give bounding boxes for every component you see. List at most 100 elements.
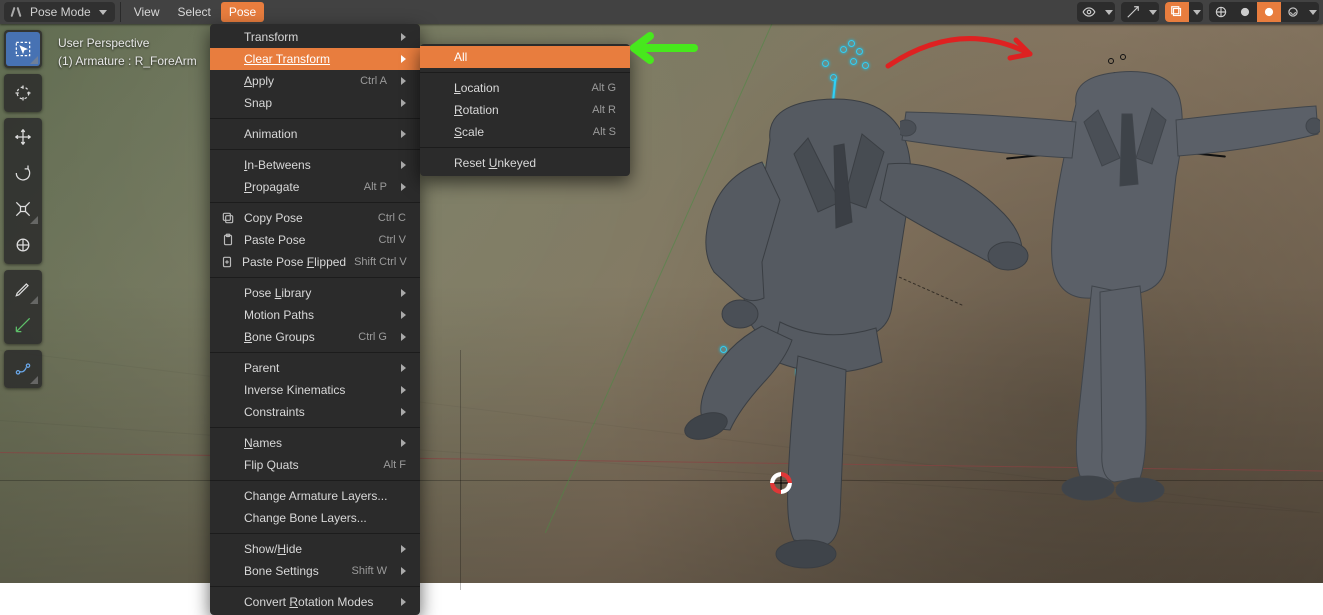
pose-menu-dropdown: Transform Clear Transform Apply Ctrl A S… (210, 24, 420, 615)
viewport-3d[interactable] (0, 0, 1323, 583)
show-overlays-button[interactable] (1121, 2, 1145, 22)
menu-item-label: Change Armature Layers... (244, 489, 406, 503)
header-right-tools (1077, 2, 1319, 22)
shading-rendered-button[interactable] (1281, 2, 1305, 22)
menu-item-snap[interactable]: Snap (210, 92, 420, 114)
tool-measure[interactable] (6, 308, 40, 342)
submenu-arrow-icon (401, 289, 406, 297)
menu-item-names[interactable]: Names (210, 432, 420, 454)
menu-item-label: Animation (244, 127, 387, 141)
chevron-down-icon (99, 10, 107, 15)
menu-item-paste-pose[interactable]: Paste Pose Ctrl V (210, 229, 420, 251)
show-gizmo-button[interactable] (1077, 2, 1101, 22)
menu-item-label: Scale (454, 125, 585, 139)
menu-item-convert-rotation-modes[interactable]: Convert Rotation Modes (210, 591, 420, 613)
tool-select-box[interactable] (6, 32, 40, 66)
menu-item-copy-pose[interactable]: Copy Pose Ctrl C (210, 207, 420, 229)
menu-separator (420, 147, 630, 148)
menu-item-label: Names (244, 436, 387, 450)
submenu-item-reset-unkeyed[interactable]: Reset Unkeyed (420, 152, 630, 174)
chevron-down-icon[interactable] (1145, 2, 1159, 22)
menu-item-label: Motion Paths (244, 308, 387, 322)
menu-item-change-bone-layers[interactable]: Change Bone Layers... (210, 507, 420, 529)
menu-item-in-betweens[interactable]: In-Betweens (210, 154, 420, 176)
info-line-1: User Perspective (58, 34, 197, 52)
menu-item-change-armature-layers[interactable]: Change Armature Layers... (210, 485, 420, 507)
menu-item-propagate[interactable]: Propagate Alt P (210, 176, 420, 198)
submenu-arrow-icon (401, 567, 406, 575)
menu-item-shortcut: Alt G (592, 82, 616, 94)
submenu-arrow-icon (401, 408, 406, 416)
menu-view[interactable]: View (126, 2, 168, 22)
menu-item-shortcut: Alt P (364, 181, 387, 193)
tool-annotate[interactable] (6, 272, 40, 306)
menu-item-shortcut: Alt S (593, 126, 616, 138)
menu-item-label: Bone Groups (244, 330, 350, 344)
menu-item-paste-pose-flipped[interactable]: Paste Pose Flipped Shift Ctrl V (210, 251, 420, 273)
submenu-item-rotation[interactable]: Rotation Alt R (420, 99, 630, 121)
tool-scale[interactable] (6, 192, 40, 226)
menu-item-shortcut: Alt R (592, 104, 616, 116)
menu-item-shortcut: Shift Ctrl V (354, 256, 407, 268)
menu-item-constraints[interactable]: Constraints (210, 401, 420, 423)
header-bar: Pose Mode View Select Pose (0, 0, 1323, 24)
menu-item-label: In-Betweens (244, 158, 387, 172)
menu-separator (420, 72, 630, 73)
menu-item-motion-paths[interactable]: Motion Paths (210, 304, 420, 326)
submenu-arrow-icon (401, 386, 406, 394)
tool-transform[interactable] (6, 228, 40, 262)
mode-selector[interactable]: Pose Mode (4, 2, 115, 22)
menu-item-apply[interactable]: Apply Ctrl A (210, 70, 420, 92)
menu-item-pose-library[interactable]: Pose Library (210, 282, 420, 304)
menu-item-label: Constraints (244, 405, 387, 419)
menu-item-animation[interactable]: Animation (210, 123, 420, 145)
submenu-arrow-icon (401, 439, 406, 447)
menu-item-clear-transform[interactable]: Clear Transform (210, 48, 420, 70)
chevron-down-icon[interactable] (1305, 2, 1319, 22)
menu-item-flip-quats[interactable]: Flip Quats Alt F (210, 454, 420, 476)
menu-separator (210, 202, 420, 203)
menu-separator (210, 149, 420, 150)
selectability-visibility-group (1077, 2, 1115, 22)
menu-item-label: Rotation (454, 103, 584, 117)
chevron-down-icon[interactable] (1189, 2, 1203, 22)
menu-separator (210, 533, 420, 534)
tool-rotate[interactable] (6, 156, 40, 190)
submenu-item-scale[interactable]: Scale Alt S (420, 121, 630, 143)
menu-item-label: Paste Pose Flipped (242, 255, 346, 269)
submenu-arrow-icon (401, 77, 406, 85)
menu-item-shortcut: Ctrl G (358, 331, 387, 343)
menu-item-bone-groups[interactable]: Bone Groups Ctrl G (210, 326, 420, 348)
shading-wire-button[interactable] (1209, 2, 1233, 22)
tool-breakdowner[interactable] (6, 352, 40, 386)
menu-item-label: Propagate (244, 180, 356, 194)
submenu-item-all[interactable]: All (420, 46, 630, 68)
menu-item-bone-settings[interactable]: Bone Settings Shift W (210, 560, 420, 582)
submenu-arrow-icon (401, 333, 406, 341)
menu-item-label: Convert Rotation Modes (244, 595, 387, 609)
menu-item-transform[interactable]: Transform (210, 26, 420, 48)
tool-move[interactable] (6, 120, 40, 154)
submenu-item-location[interactable]: Location Alt G (420, 77, 630, 99)
menu-select[interactable]: Select (170, 2, 219, 22)
menu-item-label: Flip Quats (244, 458, 375, 472)
menu-item-shortcut: Ctrl A (360, 75, 387, 87)
armature-icon (10, 5, 24, 19)
menu-item-show-hide[interactable]: Show/Hide (210, 538, 420, 560)
toggle-xray-button[interactable] (1165, 2, 1189, 22)
character-tpose[interactable] (900, 50, 1320, 550)
chevron-down-icon[interactable] (1101, 2, 1115, 22)
menu-separator (210, 480, 420, 481)
mode-selector-label: Pose Mode (30, 5, 91, 19)
shading-solid-button[interactable] (1233, 2, 1257, 22)
menu-item-label: Reset Unkeyed (454, 156, 616, 170)
menu-item-label: Copy Pose (244, 211, 370, 225)
menu-item-parent[interactable]: Parent (210, 357, 420, 379)
menu-item-ik[interactable]: Inverse Kinematics (210, 379, 420, 401)
menu-pose[interactable]: Pose (221, 2, 264, 22)
shading-material-button[interactable] (1257, 2, 1281, 22)
menu-select-label: Select (178, 5, 211, 19)
menu-item-label: Show/Hide (244, 542, 387, 556)
tool-cursor[interactable] (6, 76, 40, 110)
menu-item-label: Location (454, 81, 584, 95)
